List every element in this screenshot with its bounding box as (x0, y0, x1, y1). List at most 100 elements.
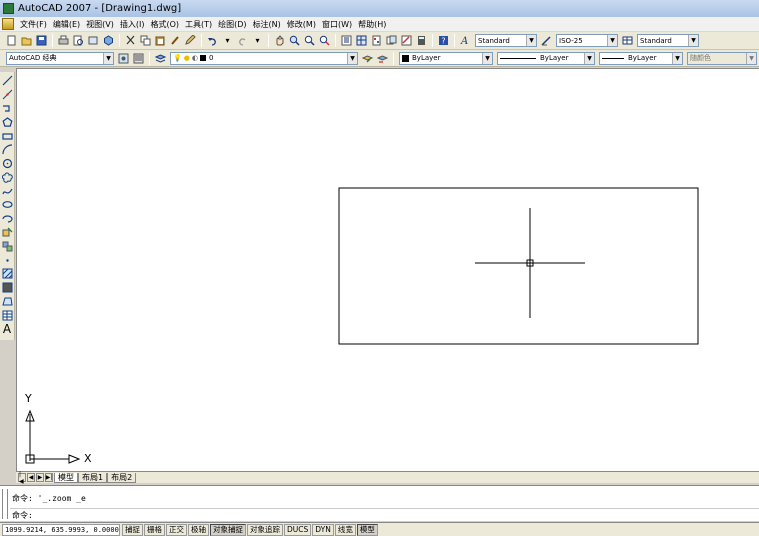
text-style-select[interactable]: Standard ▼ (475, 34, 537, 47)
block-editor-icon[interactable] (185, 35, 197, 47)
command-input[interactable]: 命令: (10, 508, 759, 521)
workspace-select[interactable]: AutoCAD 经典 ▼ (6, 51, 114, 65)
tab-layout1[interactable]: 布局1 (78, 472, 108, 483)
design-center-icon[interactable] (356, 35, 368, 47)
revision-cloud-icon[interactable] (1, 171, 13, 183)
menu-draw[interactable]: 绘图(D) (215, 19, 249, 30)
table-icon[interactable] (1, 309, 13, 321)
open-file-icon[interactable] (21, 35, 33, 47)
menu-file[interactable]: 文件(F) (17, 19, 50, 30)
dim-style-icon[interactable] (541, 35, 553, 47)
quickcalc-icon[interactable] (416, 35, 428, 47)
workspace-settings-icon[interactable] (118, 52, 130, 64)
line-icon[interactable] (1, 75, 13, 87)
help-icon[interactable]: ? (438, 35, 450, 47)
command-window-grip[interactable] (2, 489, 8, 519)
markup-set-manager-icon[interactable] (401, 35, 413, 47)
menu-tools[interactable]: 工具(T) (182, 19, 215, 30)
lineweight-select[interactable]: ByLayer ▼ (599, 51, 683, 65)
next-tab-icon[interactable]: ▶ (36, 473, 44, 482)
toolbar-separator (454, 34, 455, 47)
ellipse-icon[interactable] (1, 199, 13, 211)
osnap-toggle[interactable]: 对象捕捉 (210, 523, 246, 536)
menu-edit[interactable]: 编辑(E) (50, 19, 83, 30)
autocad-app-icon[interactable] (3, 3, 14, 14)
last-tab-icon[interactable]: ▶| (45, 473, 53, 482)
make-object-layer-current-icon[interactable] (362, 52, 374, 64)
save-icon[interactable] (36, 35, 48, 47)
paste-icon[interactable] (155, 35, 167, 47)
hatch-icon[interactable] (1, 268, 13, 280)
region-icon[interactable] (1, 295, 13, 307)
match-properties-icon[interactable] (170, 35, 182, 47)
menu-window[interactable]: 窗口(W) (319, 19, 355, 30)
polygon-icon[interactable] (1, 116, 13, 128)
redo-icon[interactable] (237, 35, 249, 47)
copy-icon[interactable] (140, 35, 152, 47)
zoom-realtime-icon[interactable] (289, 35, 301, 47)
insert-block-icon[interactable] (1, 226, 13, 238)
tab-layout2[interactable]: 布局2 (107, 472, 137, 483)
menu-format[interactable]: 格式(O) (147, 19, 182, 30)
circle-icon[interactable] (1, 158, 13, 170)
previous-tab-icon[interactable]: ◀ (27, 473, 35, 482)
redo-dropdown-icon[interactable]: ▾ (252, 35, 264, 47)
new-file-icon[interactable] (6, 35, 18, 47)
lineweight-toggle[interactable]: 线宽 (334, 523, 356, 536)
coordinate-readout[interactable]: 1099.9214, 635.9993, 0.0000 (2, 523, 120, 536)
grid-toggle[interactable]: 栅格 (144, 523, 165, 536)
undo-dropdown-icon[interactable]: ▾ (222, 35, 234, 47)
dim-style-select[interactable]: ISO-25 ▼ (556, 34, 618, 47)
ortho-toggle[interactable]: 正交 (166, 523, 187, 536)
undo-icon[interactable] (207, 35, 219, 47)
table-style-icon[interactable] (622, 35, 634, 47)
text-style-icon[interactable]: A (460, 35, 472, 47)
cut-icon[interactable] (125, 35, 137, 47)
menu-modify[interactable]: 修改(M) (284, 19, 319, 30)
layer-manager-icon[interactable] (155, 52, 167, 64)
point-icon[interactable] (1, 254, 13, 266)
polar-toggle[interactable]: 极轴 (188, 523, 209, 536)
table-style-select[interactable]: Standard ▼ (637, 34, 699, 47)
zoom-window-icon[interactable] (304, 35, 316, 47)
rectangle-icon[interactable] (1, 130, 13, 142)
ducs-toggle[interactable]: DUCS (284, 523, 312, 536)
menu-view[interactable]: 视图(V) (83, 19, 117, 30)
pan-realtime-icon[interactable] (274, 35, 286, 47)
plot-preview-icon[interactable] (73, 35, 85, 47)
menu-insert[interactable]: 插入(I) (117, 19, 148, 30)
window-title: AutoCAD 2007 - [Drawing1.dwg] (18, 3, 182, 14)
menu-dimension[interactable]: 标注(N) (250, 19, 284, 30)
my-workspace-icon[interactable] (133, 52, 145, 64)
multiline-text-icon[interactable]: A (1, 322, 13, 336)
tab-model[interactable]: 模型 (54, 472, 78, 483)
first-tab-icon[interactable]: |◀ (18, 471, 26, 485)
menu-help[interactable]: 帮助(H) (355, 19, 389, 30)
plot-style-select[interactable]: 随颜色 ▼ (687, 51, 757, 65)
3d-dwf-icon[interactable] (103, 35, 115, 47)
spline-icon[interactable] (1, 185, 13, 197)
construction-line-icon[interactable] (1, 89, 13, 101)
rectangle-entity[interactable] (338, 187, 699, 345)
snap-toggle[interactable]: 捕捉 (122, 523, 143, 536)
linetype-select[interactable]: ByLayer ▼ (497, 51, 595, 65)
layer-select[interactable]: 💡 ● ◐ 0 ▼ (170, 51, 358, 65)
layer-previous-icon[interactable] (377, 52, 389, 64)
color-select[interactable]: ByLayer ▼ (399, 51, 493, 65)
otrack-toggle[interactable]: 对象追踪 (247, 523, 283, 536)
ellipse-arc-icon[interactable] (1, 213, 13, 225)
zoom-previous-icon[interactable] (319, 35, 331, 47)
gradient-icon[interactable] (1, 282, 13, 294)
sheet-set-manager-icon[interactable] (386, 35, 398, 47)
publish-icon[interactable] (88, 35, 100, 47)
model-space-toggle[interactable]: 模型 (356, 523, 378, 536)
polyline-icon[interactable] (1, 102, 13, 114)
arc-icon[interactable] (1, 144, 13, 156)
dyn-toggle[interactable]: DYN (312, 523, 334, 536)
tool-palettes-icon[interactable] (371, 35, 383, 47)
drawing-canvas[interactable]: Y X (16, 68, 759, 471)
properties-icon[interactable] (341, 35, 353, 47)
document-icon[interactable] (2, 18, 14, 30)
make-block-icon[interactable] (1, 240, 13, 252)
print-icon[interactable] (58, 35, 70, 47)
